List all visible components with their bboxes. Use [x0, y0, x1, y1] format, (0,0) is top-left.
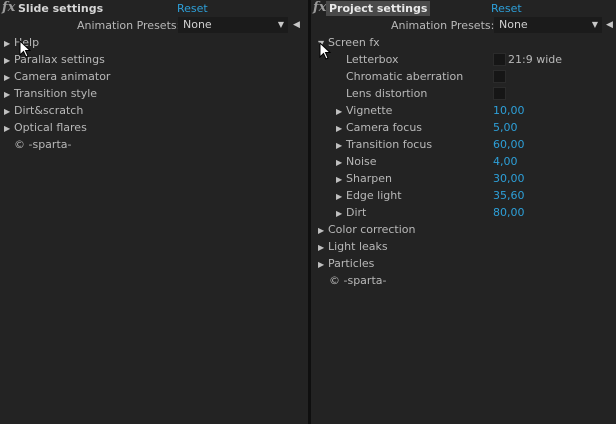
triangle-right-icon: ▶: [336, 141, 343, 150]
group-label: Camera animator: [14, 70, 111, 83]
animation-presets-label: Animation Presets:: [391, 19, 495, 32]
param-label: Sharpen: [346, 172, 392, 185]
lens-distortion-checkbox[interactable]: [493, 87, 506, 100]
param-label: Camera focus: [346, 121, 423, 134]
animation-presets-label: Animation Presets:: [77, 19, 181, 32]
param-label: Noise: [346, 155, 377, 168]
triangle-right-icon: ▶: [336, 107, 343, 116]
group-label: Light leaks: [328, 240, 388, 253]
animation-presets-row: Animation Presets: None ▼ ◀: [311, 17, 616, 34]
group-camera-animator[interactable]: ▶ Camera animator: [4, 68, 110, 85]
triangle-right-icon: ▶: [318, 260, 325, 269]
param-dirt[interactable]: ▶ Dirt 80,00: [336, 204, 606, 221]
triangle-right-icon: ▶: [4, 124, 11, 133]
animation-presets-select[interactable]: None ▼: [178, 17, 288, 33]
group-color-correction[interactable]: ▶ Color correction: [318, 221, 416, 238]
triangle-right-icon: ▶: [336, 175, 343, 184]
param-edge-light[interactable]: ▶ Edge light 35,60: [336, 187, 606, 204]
group-dirt-scratch[interactable]: ▶ Dirt&scratch: [4, 102, 83, 119]
triangle-right-icon: ▶: [336, 158, 343, 167]
reset-button[interactable]: Reset: [491, 1, 522, 16]
param-transition-focus[interactable]: ▶ Transition focus 60,00: [336, 136, 606, 153]
triangle-right-icon: ▶: [4, 107, 11, 116]
triangle-right-icon: ▶: [336, 124, 343, 133]
triangle-right-icon: ▶: [318, 226, 325, 235]
triangle-left-icon[interactable]: ◀: [606, 17, 613, 33]
letterbox-label: Letterbox: [346, 53, 399, 66]
param-label: Transition focus: [346, 138, 433, 151]
param-label: Vignette: [346, 104, 393, 117]
group-label: Optical flares: [14, 121, 87, 134]
param-value[interactable]: 4,00: [493, 153, 518, 170]
panel-header: fx Project settings Reset: [311, 0, 616, 17]
param-value[interactable]: 5,00: [493, 119, 518, 136]
triangle-right-icon: ▶: [336, 209, 343, 218]
fx-icon: fx: [313, 0, 327, 15]
chevron-down-icon: ▼: [277, 20, 284, 29]
chevron-down-icon: ▼: [591, 20, 598, 29]
param-value[interactable]: 10,00: [493, 102, 525, 119]
letterbox-value[interactable]: 21:9 wide: [508, 51, 562, 68]
panel-header: fx Slide settings Reset: [0, 0, 308, 17]
group-label: Screen fx: [328, 36, 380, 49]
fx-icon: fx: [2, 0, 16, 15]
animation-presets-row: Animation Presets: None ▼ ◀: [0, 17, 308, 34]
param-noise[interactable]: ▶ Noise 4,00: [336, 153, 606, 170]
lens-distortion-row: Lens distortion: [346, 85, 606, 102]
group-optical-flares[interactable]: ▶ Optical flares: [4, 119, 87, 136]
triangle-right-icon: ▶: [318, 243, 325, 252]
slide-settings-panel: fx Slide settings Reset Animation Preset…: [0, 0, 308, 424]
triangle-right-icon: ▶: [336, 192, 343, 201]
chromatic-aberration-label: Chromatic aberration: [346, 70, 464, 83]
lens-distortion-label: Lens distortion: [346, 87, 428, 100]
group-transition-style[interactable]: ▶ Transition style: [4, 85, 97, 102]
letterbox-row: Letterbox 21:9 wide: [346, 51, 606, 68]
param-value[interactable]: 60,00: [493, 136, 525, 153]
credit-text: © -sparta-: [329, 274, 387, 287]
param-label: Dirt: [346, 206, 367, 219]
panel-title[interactable]: Project settings: [326, 1, 431, 16]
triangle-right-icon: ▶: [4, 90, 11, 99]
triangle-left-icon[interactable]: ◀: [293, 17, 300, 33]
group-light-leaks[interactable]: ▶ Light leaks: [318, 238, 388, 255]
animation-presets-value: None: [499, 18, 528, 31]
project-settings-panel: fx Project settings Reset Animation Pres…: [311, 0, 616, 424]
param-value[interactable]: 30,00: [493, 170, 525, 187]
group-particles[interactable]: ▶ Particles: [318, 255, 374, 272]
param-sharpen[interactable]: ▶ Sharpen 30,00: [336, 170, 606, 187]
triangle-right-icon: ▶: [4, 73, 11, 82]
panel-title[interactable]: Slide settings: [15, 1, 106, 16]
param-camera-focus[interactable]: ▶ Camera focus 5,00: [336, 119, 606, 136]
chromatic-aberration-row: Chromatic aberration: [346, 68, 606, 85]
mouse-cursor-icon: [19, 40, 31, 58]
param-value[interactable]: 35,60: [493, 187, 525, 204]
param-label: Edge light: [346, 189, 402, 202]
group-label: Particles: [328, 257, 375, 270]
letterbox-checkbox[interactable]: [493, 53, 506, 66]
group-label: Color correction: [328, 223, 416, 236]
triangle-right-icon: ▶: [4, 56, 11, 65]
group-label: Dirt&scratch: [14, 104, 84, 117]
param-value[interactable]: 80,00: [493, 204, 525, 221]
credit-text: © -sparta-: [14, 138, 72, 151]
animation-presets-select[interactable]: None ▼: [494, 17, 602, 33]
triangle-right-icon: ▶: [4, 39, 11, 48]
animation-presets-value: None: [183, 18, 212, 31]
mouse-cursor-icon: [319, 42, 331, 60]
reset-button[interactable]: Reset: [177, 1, 208, 16]
param-vignette[interactable]: ▶ Vignette 10,00: [336, 102, 606, 119]
group-label: Transition style: [14, 87, 98, 100]
chromatic-aberration-checkbox[interactable]: [493, 70, 506, 83]
